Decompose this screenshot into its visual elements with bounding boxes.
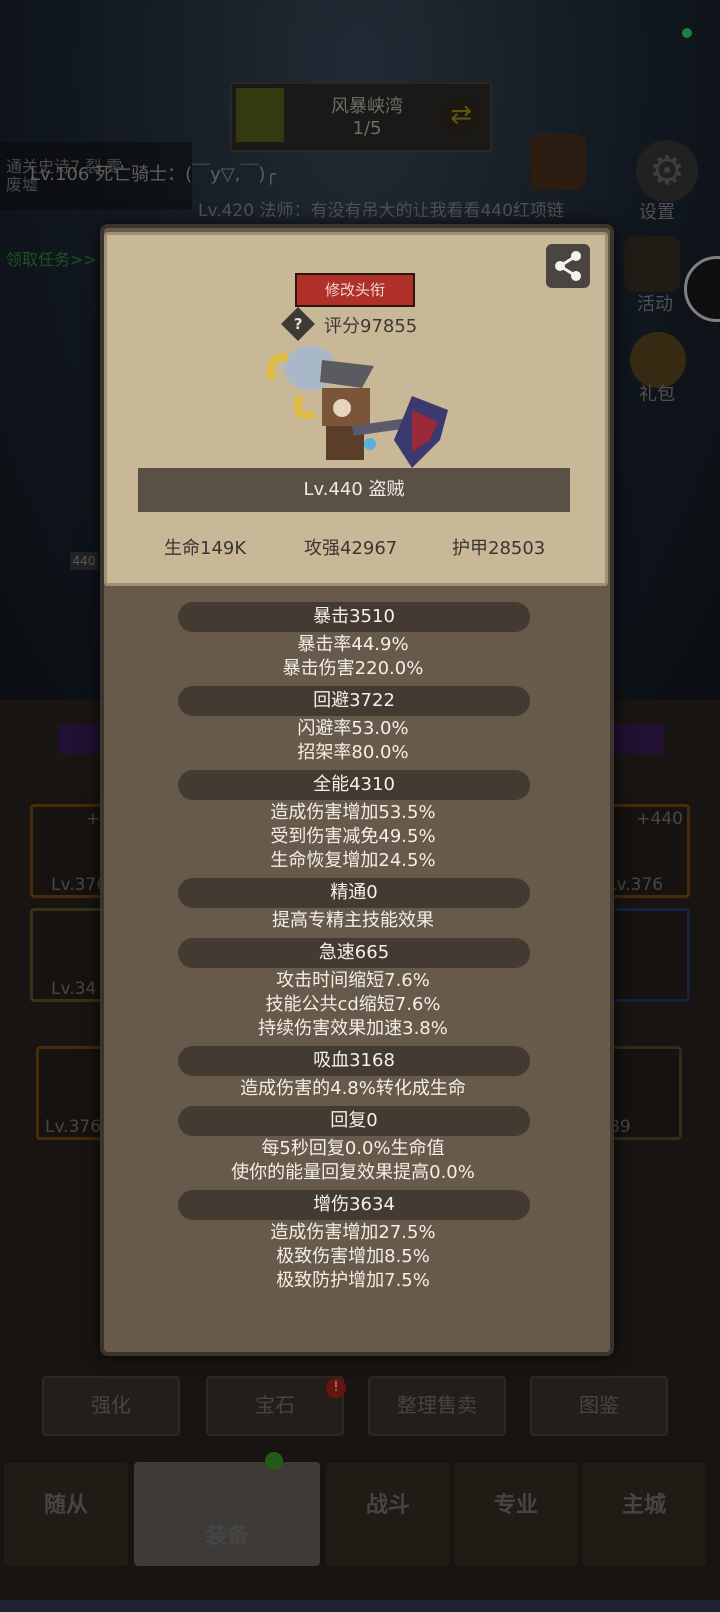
stat-header-versatility: 全能4310 — [178, 770, 530, 800]
help-symbol: ? — [293, 314, 303, 333]
share-icon — [555, 251, 581, 281]
stat-detail: 造成伤害的4.8%转化成生命 — [240, 1078, 466, 1099]
stat-header-regen: 回复0 — [178, 1106, 530, 1136]
score-text: 评分97855 — [324, 316, 418, 337]
stat-detail: 受到伤害减免49.5% — [270, 826, 436, 847]
stat-detail: 使你的能量回复效果提高0.0% — [231, 1162, 475, 1183]
attack-power-stat: 攻强42967 — [304, 538, 398, 559]
stat-detail: 持续伤害效果加速3.8% — [258, 1018, 448, 1039]
stat-detail: 极致伤害增加8.5% — [276, 1246, 430, 1267]
stat-header-lifesteal: 吸血3168 — [178, 1046, 530, 1076]
stat-header-avoidance: 回避3722 — [178, 686, 530, 716]
stat-detail: 闪避率53.0% — [297, 718, 409, 739]
character-avatar — [266, 346, 448, 468]
edit-title-button[interactable]: 修改头衔 — [295, 273, 415, 307]
stat-detail: 招架率80.0% — [297, 742, 409, 763]
stat-detail: 造成伤害增加27.5% — [270, 1222, 436, 1243]
stat-detail: 造成伤害增加53.5% — [270, 802, 436, 823]
stat-detail: 生命恢复增加24.5% — [270, 850, 436, 871]
level-class-banner: Lv.440 盗贼 — [138, 468, 570, 512]
stat-header-mastery: 精通0 — [178, 878, 530, 908]
share-button[interactable] — [546, 244, 590, 288]
stat-detail: 暴击伤害220.0% — [282, 658, 424, 679]
stat-header-damage-bonus: 增伤3634 — [178, 1190, 530, 1220]
stat-detail: 技能公共cd缩短7.6% — [265, 994, 441, 1015]
stat-detail: 攻击时间缩短7.6% — [276, 970, 430, 991]
stat-detail: 提高专精主技能效果 — [272, 910, 434, 931]
stat-detail: 极致防护增加7.5% — [276, 1270, 430, 1291]
stat-header-crit: 暴击3510 — [178, 602, 530, 632]
stat-detail: 暴击率44.9% — [297, 634, 409, 655]
armor-stat: 护甲28503 — [452, 538, 546, 559]
stat-detail: 每5秒回复0.0%生命值 — [261, 1138, 445, 1159]
hp-stat: 生命149K — [164, 538, 247, 559]
stat-header-haste: 急速665 — [178, 938, 530, 968]
